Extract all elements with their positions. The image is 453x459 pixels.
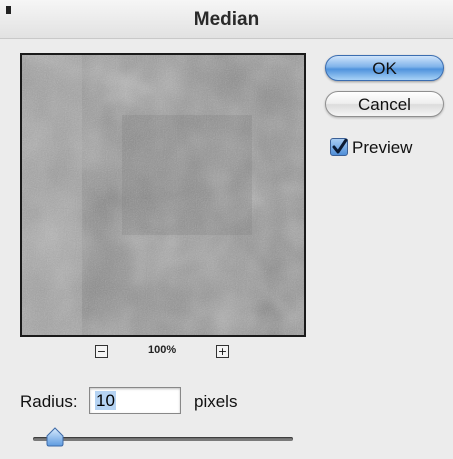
radius-label: Radius: bbox=[20, 392, 78, 411]
zoom-level: 100% bbox=[148, 344, 177, 356]
preview-checkbox[interactable] bbox=[330, 138, 348, 156]
radius-units-label: pixels bbox=[194, 392, 238, 411]
preview-checkbox-label[interactable]: Preview bbox=[352, 138, 412, 158]
radius-slider-thumb[interactable] bbox=[45, 427, 65, 447]
title-bar[interactable]: Median bbox=[0, 0, 453, 39]
checkmark-icon bbox=[332, 139, 348, 154]
radius-input[interactable]: 10 bbox=[89, 387, 181, 414]
median-dialog: Median − 100% + OK Cancel Preview Radius… bbox=[0, 0, 453, 459]
radius-value: 10 bbox=[95, 391, 116, 410]
filter-preview-image[interactable] bbox=[20, 53, 306, 337]
dialog-title: Median bbox=[193, 9, 260, 30]
zoom-in-icon[interactable]: + bbox=[216, 345, 229, 358]
ok-button[interactable]: OK bbox=[325, 55, 444, 81]
noise-texture bbox=[22, 55, 304, 335]
radius-slider-track[interactable] bbox=[33, 437, 293, 441]
zoom-out-icon[interactable]: − bbox=[95, 345, 108, 358]
cancel-button[interactable]: Cancel bbox=[325, 91, 444, 117]
